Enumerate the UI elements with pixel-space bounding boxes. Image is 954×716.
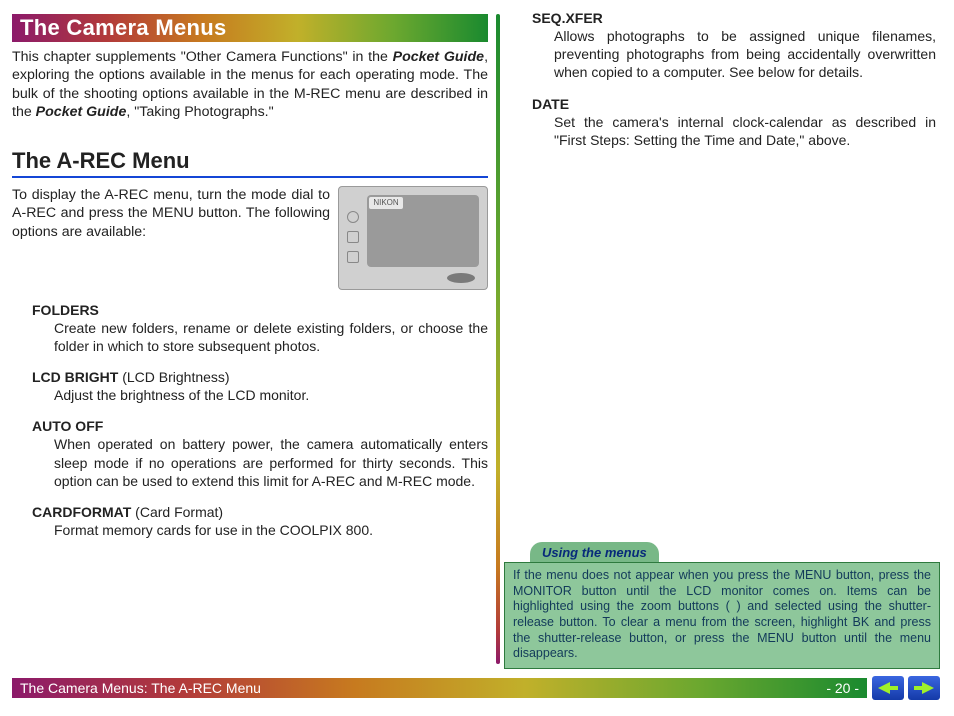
option-heading: LCD BRIGHT [32, 369, 118, 385]
option-body: Allows photographs to be assigned unique… [532, 27, 936, 82]
left-column: This chapter supplements "Other Camera F… [12, 48, 488, 553]
intro-text-1: This chapter supplements "Other Camera F… [12, 49, 393, 65]
option-cardformat: CARDFORMAT (Card Format) Format memory c… [12, 504, 488, 539]
intro-text-3: , "Taking Photographs." [126, 104, 273, 120]
option-heading: DATE [532, 96, 569, 112]
next-page-button[interactable] [908, 676, 940, 700]
footer-breadcrumb: The Camera Menus: The A-REC Menu [20, 680, 261, 696]
left-option-list: FOLDERS Create new folders, rename or de… [12, 302, 488, 539]
arrow-right-icon [922, 682, 934, 694]
option-body: Format memory cards for use in the COOLP… [32, 521, 488, 539]
intro-paragraph: This chapter supplements "Other Camera F… [12, 48, 488, 122]
page-title: The Camera Menus [12, 14, 488, 42]
camera-screen-tab-label: NIKON [369, 197, 403, 209]
option-heading: SEQ.XFER [532, 10, 603, 26]
arrow-stem-icon [914, 686, 922, 690]
option-date: DATE Set the camera's internal clock-cal… [512, 96, 936, 149]
option-heading: AUTO OFF [32, 418, 103, 434]
camera-icon-misc [347, 251, 359, 263]
option-body: Create new folders, rename or delete exi… [32, 319, 488, 355]
footer-bar: The Camera Menus: The A-REC Menu - 20 - [12, 678, 867, 698]
footer-page-number: - 20 - [826, 680, 859, 696]
camera-icon-folder [347, 231, 359, 243]
option-heading: CARDFORMAT [32, 504, 131, 520]
intro-em-1: Pocket Guide [393, 49, 484, 65]
camera-screen-button-icon [447, 273, 475, 283]
arec-intro-text: To display the A-REC menu, turn the mode… [12, 186, 330, 290]
column-divider [496, 14, 500, 664]
arrow-left-icon [878, 682, 890, 694]
camera-screen-illustration: NIKON [338, 186, 488, 290]
prev-page-button[interactable] [872, 676, 904, 700]
option-lcd-bright: LCD BRIGHT (LCD Brightness) Adjust the b… [12, 369, 488, 404]
right-column: SEQ.XFER Allows photographs to be assign… [512, 10, 936, 163]
option-subheading: (LCD Brightness) [118, 369, 229, 385]
camera-screen-side-icons [347, 211, 359, 263]
option-seq-xfer: SEQ.XFER Allows photographs to be assign… [512, 10, 936, 82]
option-body: Adjust the brightness of the LCD monitor… [32, 386, 488, 404]
arec-menu-heading: The A-REC Menu [12, 148, 488, 178]
callout-box: If the menu does not appear when you pre… [504, 562, 940, 669]
option-auto-off: AUTO OFF When operated on battery power,… [12, 418, 488, 490]
option-heading: FOLDERS [32, 302, 99, 318]
option-subheading: (Card Format) [131, 504, 223, 520]
option-folders: FOLDERS Create new folders, rename or de… [12, 302, 488, 355]
option-body: Set the camera's internal clock-calendar… [532, 113, 936, 149]
camera-icon-dot [347, 211, 359, 223]
arrow-stem-icon [890, 686, 898, 690]
intro-em-2: Pocket Guide [36, 104, 127, 120]
option-body: When operated on battery power, the came… [32, 435, 488, 490]
